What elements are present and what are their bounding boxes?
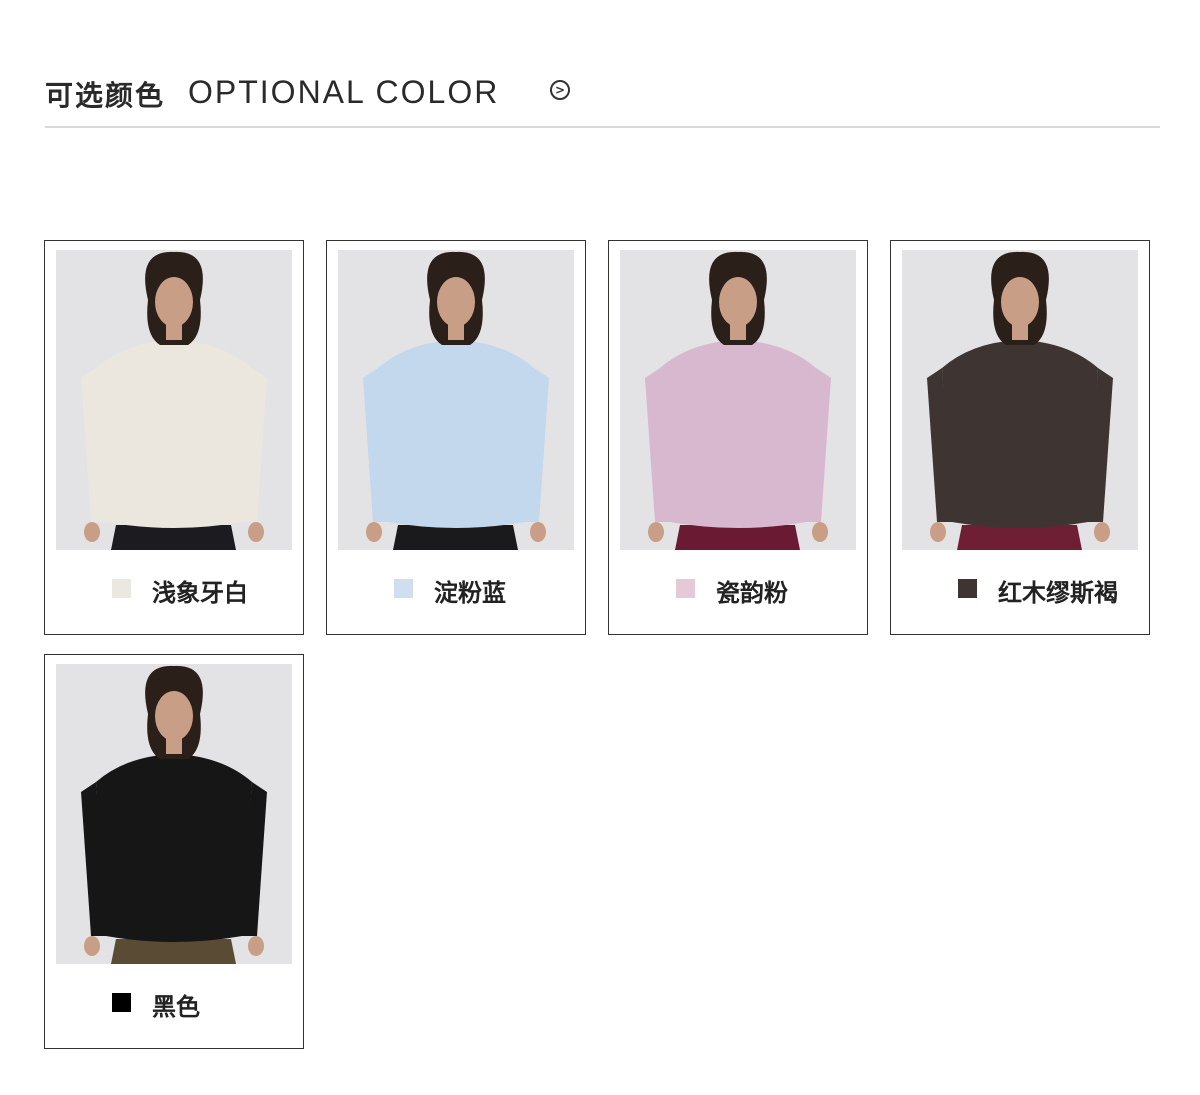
color-label-row: 瓷韵粉 [609, 566, 867, 610]
circle-chevron-right-icon[interactable]: > [550, 80, 570, 100]
color-name: 浅象牙白 [152, 579, 248, 607]
model-illustration [620, 250, 856, 550]
color-name: 瓷韵粉 [716, 579, 788, 607]
product-photo [620, 250, 856, 550]
section-header: 可选颜色 OPTIONAL COLOR > [45, 70, 1160, 128]
product-photo [56, 664, 292, 964]
model-illustration [56, 250, 292, 550]
color-name: 淀粉蓝 [434, 579, 506, 607]
product-photo [338, 250, 574, 550]
color-swatch [394, 579, 413, 598]
color-card-pink[interactable]: 瓷韵粉 [608, 240, 868, 635]
color-swatch [112, 579, 131, 598]
model-illustration [902, 250, 1138, 550]
product-photo [56, 250, 292, 550]
model-illustration [56, 664, 292, 964]
section-title-cn: 可选颜色 [45, 79, 166, 112]
color-label-row: 红木缪斯褐 [891, 566, 1149, 610]
color-card-brown[interactable]: 红木缪斯褐 [890, 240, 1150, 635]
color-name: 红木缪斯褐 [998, 579, 1118, 607]
color-card-ivory[interactable]: 浅象牙白 [44, 240, 304, 635]
color-label-row: 淀粉蓝 [327, 566, 585, 610]
color-swatch [676, 579, 695, 598]
color-card-black[interactable]: 黑色 [44, 654, 304, 1049]
color-swatch [958, 579, 977, 598]
section-title-en: OPTIONAL COLOR [188, 74, 500, 110]
color-label-row: 浅象牙白 [45, 566, 303, 610]
color-swatch [112, 993, 131, 1012]
pants-shape [111, 525, 236, 550]
color-label-row: 黑色 [45, 980, 303, 1024]
product-photo [902, 250, 1138, 550]
color-card-blue[interactable]: 淀粉蓝 [326, 240, 586, 635]
color-name: 黑色 [152, 993, 200, 1021]
shirt-shape [96, 340, 252, 528]
model-illustration [338, 250, 574, 550]
color-options-page: 可选颜色 OPTIONAL COLOR > 浅象牙白 淀粉蓝 瓷韵粉 红木缪斯褐… [0, 0, 1200, 1095]
